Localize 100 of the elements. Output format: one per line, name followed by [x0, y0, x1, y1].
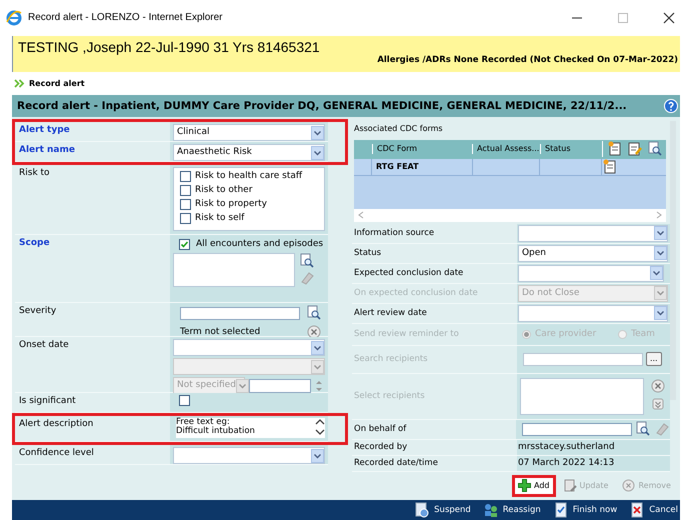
chevron-icon — [650, 266, 663, 280]
document-icon — [564, 479, 576, 492]
field-label: Alert description — [19, 419, 94, 429]
scope-list-field[interactable] — [173, 253, 295, 287]
clear-icon[interactable] — [650, 378, 666, 394]
term-input[interactable] — [180, 306, 300, 320]
field-label: Status — [354, 248, 382, 258]
select-field[interactable]: Clinical — [173, 124, 325, 141]
person-field[interactable] — [522, 422, 632, 436]
edit-document-icon[interactable] — [627, 141, 643, 158]
chevron-icon — [654, 286, 667, 300]
cancel-document-icon — [629, 502, 646, 518]
chevron-icon — [311, 146, 324, 160]
plus-icon — [518, 479, 531, 492]
field-label: Recorded by — [354, 442, 408, 452]
action-button[interactable]: Add — [512, 474, 556, 497]
browser-logo-icon — [6, 10, 22, 26]
select-field[interactable] — [518, 224, 668, 242]
field-label: Is significant — [19, 396, 76, 406]
field-label: Onset date — [19, 340, 69, 350]
field-label: Alert type — [19, 125, 70, 135]
form-title: Record alert - Inpatient, DUMMY Care Provider DQ, GENERAL MEDICINE, GENERAL MEDICINE, 22/11/2... — [17, 100, 627, 112]
scroll-arrows-icon[interactable] — [315, 418, 325, 436]
field-value: 07 March 2022 14:13 — [518, 458, 614, 468]
footer-button[interactable]: Reassign — [482, 502, 541, 518]
footer-button[interactable]: Suspend — [414, 502, 471, 518]
field-label: On expected conclusion date — [354, 288, 478, 298]
checkbox[interactable] — [180, 199, 191, 210]
chevron-icon — [654, 306, 667, 320]
maximize-icon[interactable] — [617, 12, 629, 24]
footer-button[interactable]: Cancel — [629, 502, 678, 518]
new-document-icon[interactable] — [607, 141, 623, 158]
allergies-status: Allergies /ADRs None Recorded (Not Checked On 07-Mar-2022) — [377, 55, 678, 66]
column-header[interactable]: Actual Assess... — [472, 144, 540, 154]
select-field[interactable] — [173, 358, 325, 375]
field-label: On behalf of — [354, 424, 406, 434]
checkbox-label: All encounters and episodes — [196, 238, 324, 250]
select-field[interactable] — [518, 264, 664, 282]
field-value: mrsstacey.sutherland — [518, 442, 615, 452]
column-header[interactable]: CDC Form — [372, 144, 472, 154]
checkbox[interactable] — [180, 213, 191, 224]
description-field[interactable]: Free text eg: Difficult intubation — [176, 418, 325, 438]
field-label: Send review reminder to — [354, 329, 459, 340]
select-field[interactable] — [518, 304, 668, 322]
breadcrumb: Record alert — [29, 78, 85, 88]
field-label: Scope — [19, 238, 50, 248]
chevron-icon — [654, 226, 667, 240]
field-label: Risk to — [19, 168, 50, 178]
checkbox-label: Risk to other — [195, 185, 252, 196]
chevron-icon — [311, 448, 324, 462]
checkbox[interactable] — [180, 171, 191, 182]
number-field[interactable] — [249, 378, 311, 392]
checkbox[interactable] — [179, 238, 190, 250]
checkbox[interactable] — [179, 395, 190, 406]
field-label: Confidence level — [19, 448, 94, 458]
select-field[interactable] — [173, 339, 325, 356]
chevron-icon — [311, 360, 324, 374]
vertical-scrollbar[interactable] — [670, 121, 676, 400]
help-icon[interactable] — [664, 99, 678, 113]
footer-button[interactable]: Finish now — [552, 502, 618, 518]
scroll-left-icon[interactable] — [358, 211, 364, 220]
people-icon — [482, 502, 499, 518]
clear-icon[interactable] — [306, 324, 322, 340]
field-label: Select recipients — [354, 391, 425, 402]
checkbox[interactable] — [180, 185, 191, 196]
search-icon[interactable] — [647, 141, 663, 158]
chevron-icon — [236, 378, 249, 392]
select-field[interactable]: Open — [518, 244, 668, 262]
term-status: Term not selected — [180, 326, 260, 338]
select-field[interactable]: Anaesthetic Risk — [173, 144, 325, 161]
horizontal-scrollbar[interactable] — [354, 208, 666, 222]
checkbox-label: Risk to health care staff — [195, 171, 302, 182]
checked-document-icon — [552, 502, 569, 518]
table-cell-text: RTG FEAT — [375, 162, 420, 172]
chevron-icon — [311, 126, 324, 140]
select-field[interactable] — [173, 447, 325, 464]
field-label: Search recipients — [354, 354, 428, 364]
field-label: Alert review date — [354, 308, 427, 318]
table-row[interactable]: RTG FEAT — [354, 158, 666, 176]
field-label: Alert name — [19, 145, 75, 155]
field-label: Expected conclusion date — [354, 268, 464, 278]
chevron-icon — [654, 246, 667, 260]
search-icon[interactable] — [635, 421, 651, 438]
spinner-icon[interactable] — [315, 378, 323, 392]
search-icon[interactable] — [299, 253, 315, 269]
column-header[interactable]: Status — [540, 144, 602, 154]
close-icon[interactable] — [663, 12, 675, 24]
new-document-icon[interactable] — [602, 158, 618, 175]
window-title: Record alert - LORENZO - Internet Explorer — [28, 12, 223, 24]
section-label: Associated CDC forms — [353, 123, 444, 135]
checkbox-label: Risk to property — [195, 199, 267, 210]
field-label: Information source — [354, 228, 434, 238]
clear-icon — [622, 479, 636, 492]
search-icon[interactable] — [306, 305, 322, 321]
scroll-right-icon[interactable] — [656, 211, 662, 220]
double-down-icon[interactable] — [650, 396, 666, 412]
checkbox-label: Risk to self — [195, 213, 244, 224]
double-chevron-icon — [14, 79, 25, 88]
patient-details: TESTING ,Joseph 22-Jul-1990 31 Yrs 81465321 — [18, 39, 321, 55]
field-label: Severity — [19, 306, 56, 316]
